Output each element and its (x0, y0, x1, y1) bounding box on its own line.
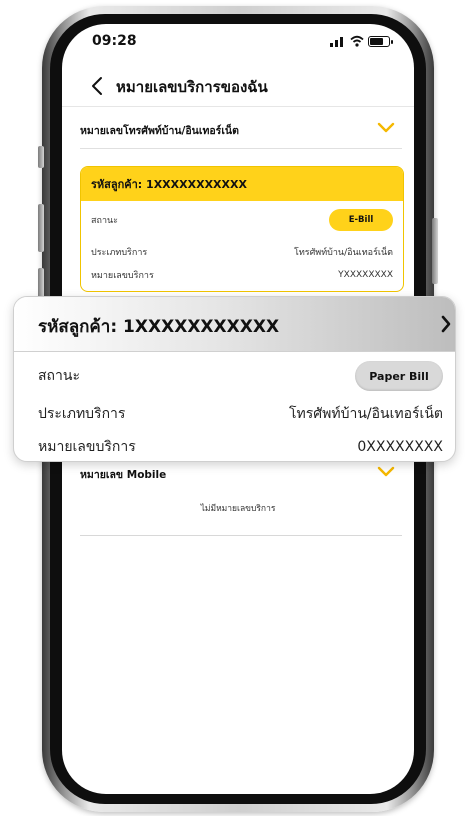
mute-switch (38, 146, 44, 168)
chevron-right-icon[interactable] (440, 314, 452, 334)
status-row: สถานะ E-Bill (91, 209, 393, 231)
signal-icon (330, 35, 346, 47)
status-icons (330, 34, 393, 48)
service-number-label: หมายเลขบริการ (91, 271, 154, 281)
service-type-row: ประเภทบริการ โทรศัพท์บ้าน/อินเทอร์เน็ต (91, 245, 393, 259)
page-title: หมายเลขบริการของฉัน (116, 78, 268, 96)
status-label: สถานะ (38, 368, 80, 384)
wifi-icon (350, 35, 364, 47)
zoomed-service-card[interactable]: รหัสลูกค้า: 1XXXXXXXXXXX สถานะ Paper Bil… (13, 296, 456, 462)
service-number-value: 0XXXXXXXX (357, 439, 443, 455)
customer-code: รหัสลูกค้า: 1XXXXXXXXXXX (38, 317, 280, 337)
status-time: 09:28 (92, 33, 137, 49)
service-type-value: โทรศัพท์บ้าน/อินเทอร์เน็ต (293, 248, 393, 258)
chevron-down-icon[interactable] (377, 466, 395, 478)
section-title-mobile[interactable]: หมายเลข Mobile (80, 466, 166, 483)
service-type-row: ประเภทบริการ โทรศัพท์บ้าน/อินเทอร์เน็ต (38, 403, 443, 425)
service-number-value: YXXXXXXXX (338, 270, 393, 280)
service-number-row: หมายเลขบริการ 0XXXXXXXX (38, 436, 443, 458)
service-type-label: ประเภทบริการ (91, 248, 148, 258)
section-divider (80, 535, 402, 536)
section-divider (80, 148, 402, 149)
service-type-label: ประเภทบริการ (38, 406, 126, 422)
back-icon[interactable] (90, 76, 104, 96)
status-label: สถานะ (91, 216, 118, 226)
status-badge: E-Bill (329, 209, 393, 231)
service-card[interactable]: รหัสลูกค้า: 1XXXXXXXXXXX สถานะ E-Bill ปร… (80, 166, 404, 292)
header-divider (62, 106, 414, 107)
callout-header[interactable]: รหัสลูกค้า: 1XXXXXXXXXXX (14, 297, 455, 352)
status-badge: Paper Bill (355, 361, 443, 391)
battery-icon (368, 35, 393, 47)
status-row: สถานะ Paper Bill (38, 361, 443, 391)
section-title-fixed-line[interactable]: หมายเลขโทรศัพท์บ้าน/อินเทอร์เน็ต (80, 122, 239, 139)
service-type-value: โทรศัพท์บ้าน/อินเทอร์เน็ต (288, 406, 443, 422)
volume-up-button (38, 204, 44, 252)
empty-state-text: ไม่มีหมายเลขบริการ (200, 504, 276, 514)
power-button (432, 218, 438, 284)
customer-code: รหัสลูกค้า: 1XXXXXXXXXXX (81, 167, 403, 201)
service-number-row: หมายเลขบริการ YXXXXXXXX (91, 268, 393, 282)
chevron-down-icon[interactable] (377, 122, 395, 134)
service-number-label: หมายเลขบริการ (38, 439, 136, 455)
